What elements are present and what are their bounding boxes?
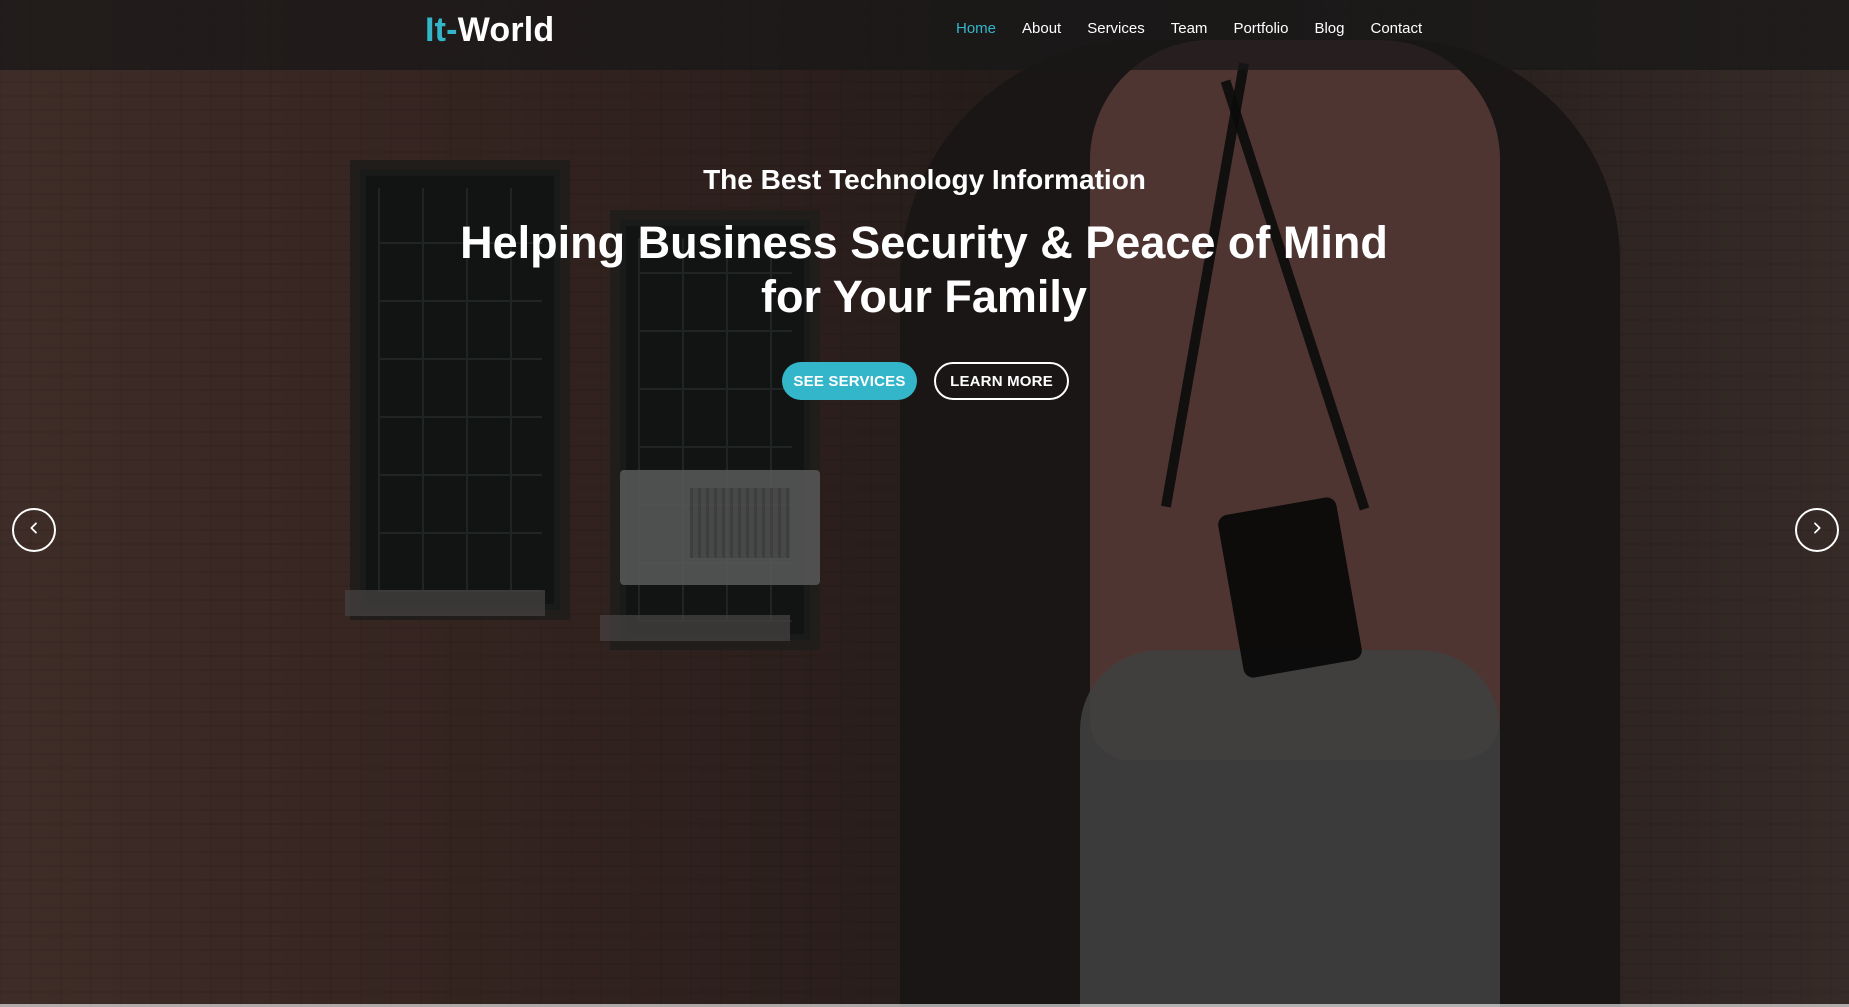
- site-logo[interactable]: It-World: [425, 11, 554, 50]
- carousel-next-button[interactable]: [1795, 508, 1839, 552]
- carousel-prev-button[interactable]: [12, 508, 56, 552]
- hero-overlay: [0, 0, 1849, 1007]
- nav-blog[interactable]: Blog: [1314, 20, 1344, 37]
- hero-subtitle: The Best Technology Information: [703, 164, 1146, 195]
- top-navigation-bar: It-World Home About Services Team Portfo…: [0, 0, 1849, 70]
- chevron-right-icon: [1809, 520, 1825, 541]
- hero-background: [0, 0, 1849, 1007]
- nav-about[interactable]: About: [1022, 20, 1061, 37]
- chevron-left-icon: [26, 520, 42, 541]
- learn-more-button[interactable]: LEARN MORE: [934, 362, 1069, 400]
- nav-portfolio[interactable]: Portfolio: [1233, 20, 1288, 37]
- nav-contact[interactable]: Contact: [1371, 20, 1423, 37]
- see-services-button[interactable]: SEE SERVICES: [782, 362, 917, 400]
- nav-services[interactable]: Services: [1087, 20, 1145, 37]
- logo-prefix: It-: [425, 11, 458, 49]
- logo-name: World: [457, 11, 555, 49]
- hero-title: Helping Business Security & Peace of Min…: [460, 217, 1388, 322]
- main-nav: Home About Services Team Portfolio Blog …: [956, 20, 1422, 37]
- nav-home[interactable]: Home: [956, 20, 996, 37]
- nav-team[interactable]: Team: [1171, 20, 1208, 37]
